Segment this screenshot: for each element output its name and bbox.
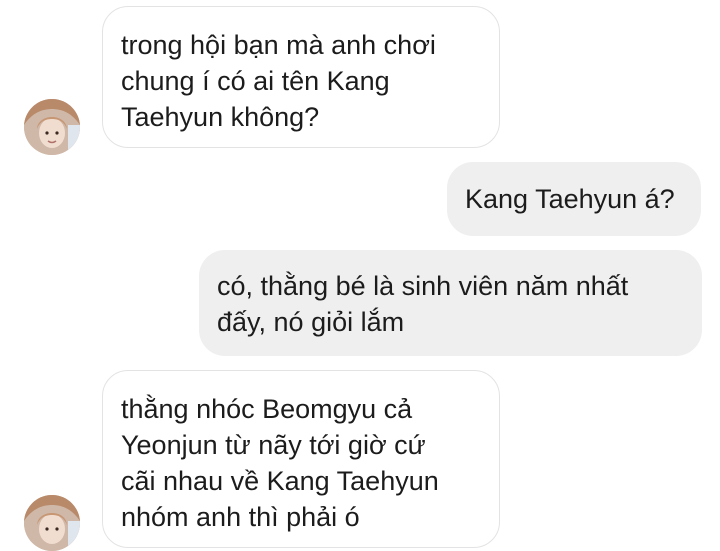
contact-avatar[interactable]: [24, 495, 80, 551]
message-bubble-sent[interactable]: Kang Taehyun á?: [447, 162, 701, 236]
contact-avatar[interactable]: [24, 99, 80, 155]
message-bubble-received[interactable]: trong hội bạn mà anh chơi chung í có ai …: [102, 6, 500, 148]
message-bubble-sent[interactable]: có, thằng bé là sinh viên năm nhất đấy, …: [199, 250, 702, 356]
message-bubble-received[interactable]: thằng nhóc Beomgyu cả Yeonjun từ nãy tới…: [102, 370, 500, 548]
avatar-photo-icon: [24, 495, 80, 551]
avatar-photo-icon: [24, 99, 80, 155]
chat-thread: trong hội bạn mà anh chơi chung í có ai …: [0, 0, 720, 551]
